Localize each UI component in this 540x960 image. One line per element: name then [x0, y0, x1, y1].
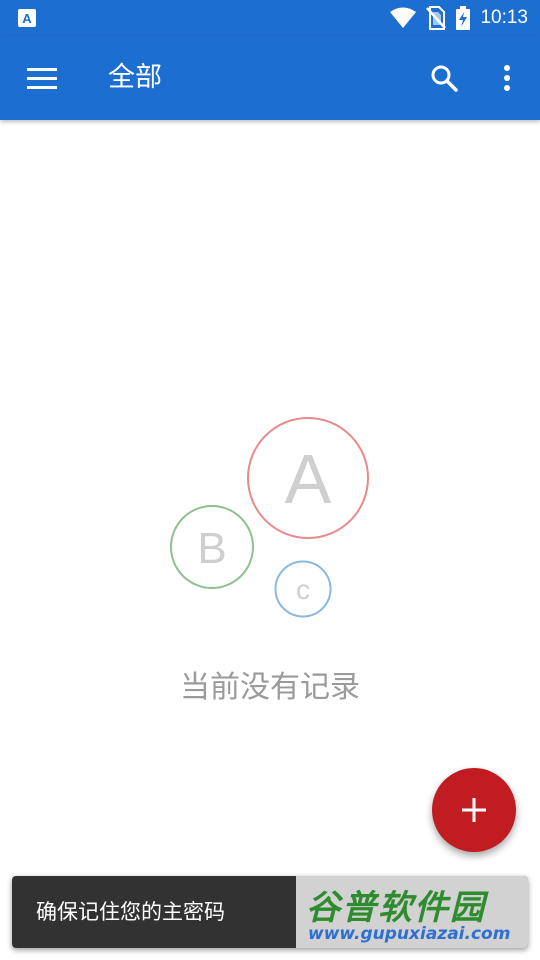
circle-c-label: c — [296, 574, 310, 605]
menu-button[interactable] — [18, 54, 66, 102]
empty-state-message: 当前没有记录 — [180, 670, 360, 705]
circle-a-label: A — [285, 440, 332, 518]
watermark-logo: 谷普软件园 www.gupuxiazai.com — [296, 876, 528, 948]
search-icon — [431, 65, 458, 92]
hamburger-menu-icon — [27, 68, 57, 89]
screen: A 10:13 全部 A B c 当前没有记录 确保记住您的主密码 谷普软件园 … — [0, 0, 540, 960]
search-button[interactable] — [420, 54, 468, 102]
more-options-button[interactable] — [483, 54, 531, 102]
app-bar: 全部 — [0, 36, 540, 120]
app-icon-letter: A — [22, 11, 32, 26]
status-icons: 10:13 — [390, 0, 528, 36]
circle-b-label: B — [197, 524, 226, 573]
no-sim-icon — [426, 6, 447, 30]
add-record-button[interactable] — [432, 768, 516, 852]
watermark-title: 谷普软件园 — [306, 888, 486, 928]
watermark-url: www.gupuxiazai.com — [308, 924, 511, 944]
status-time: 10:13 — [480, 7, 528, 28]
plus-icon — [462, 798, 486, 822]
empty-state-illustration: A B c — [170, 417, 369, 618]
more-vert-icon — [504, 65, 510, 91]
battery-charging-icon — [456, 6, 471, 30]
status-bar: A 10:13 — [0, 0, 540, 36]
snackbar: 确保记住您的主密码 谷普软件园 www.gupuxiazai.com — [12, 876, 528, 948]
snackbar-message: 确保记住您的主密码 — [36, 900, 225, 924]
page-title: 全部 — [108, 62, 162, 93]
wifi-icon — [390, 7, 417, 28]
app-notification-icon: A — [18, 9, 36, 27]
